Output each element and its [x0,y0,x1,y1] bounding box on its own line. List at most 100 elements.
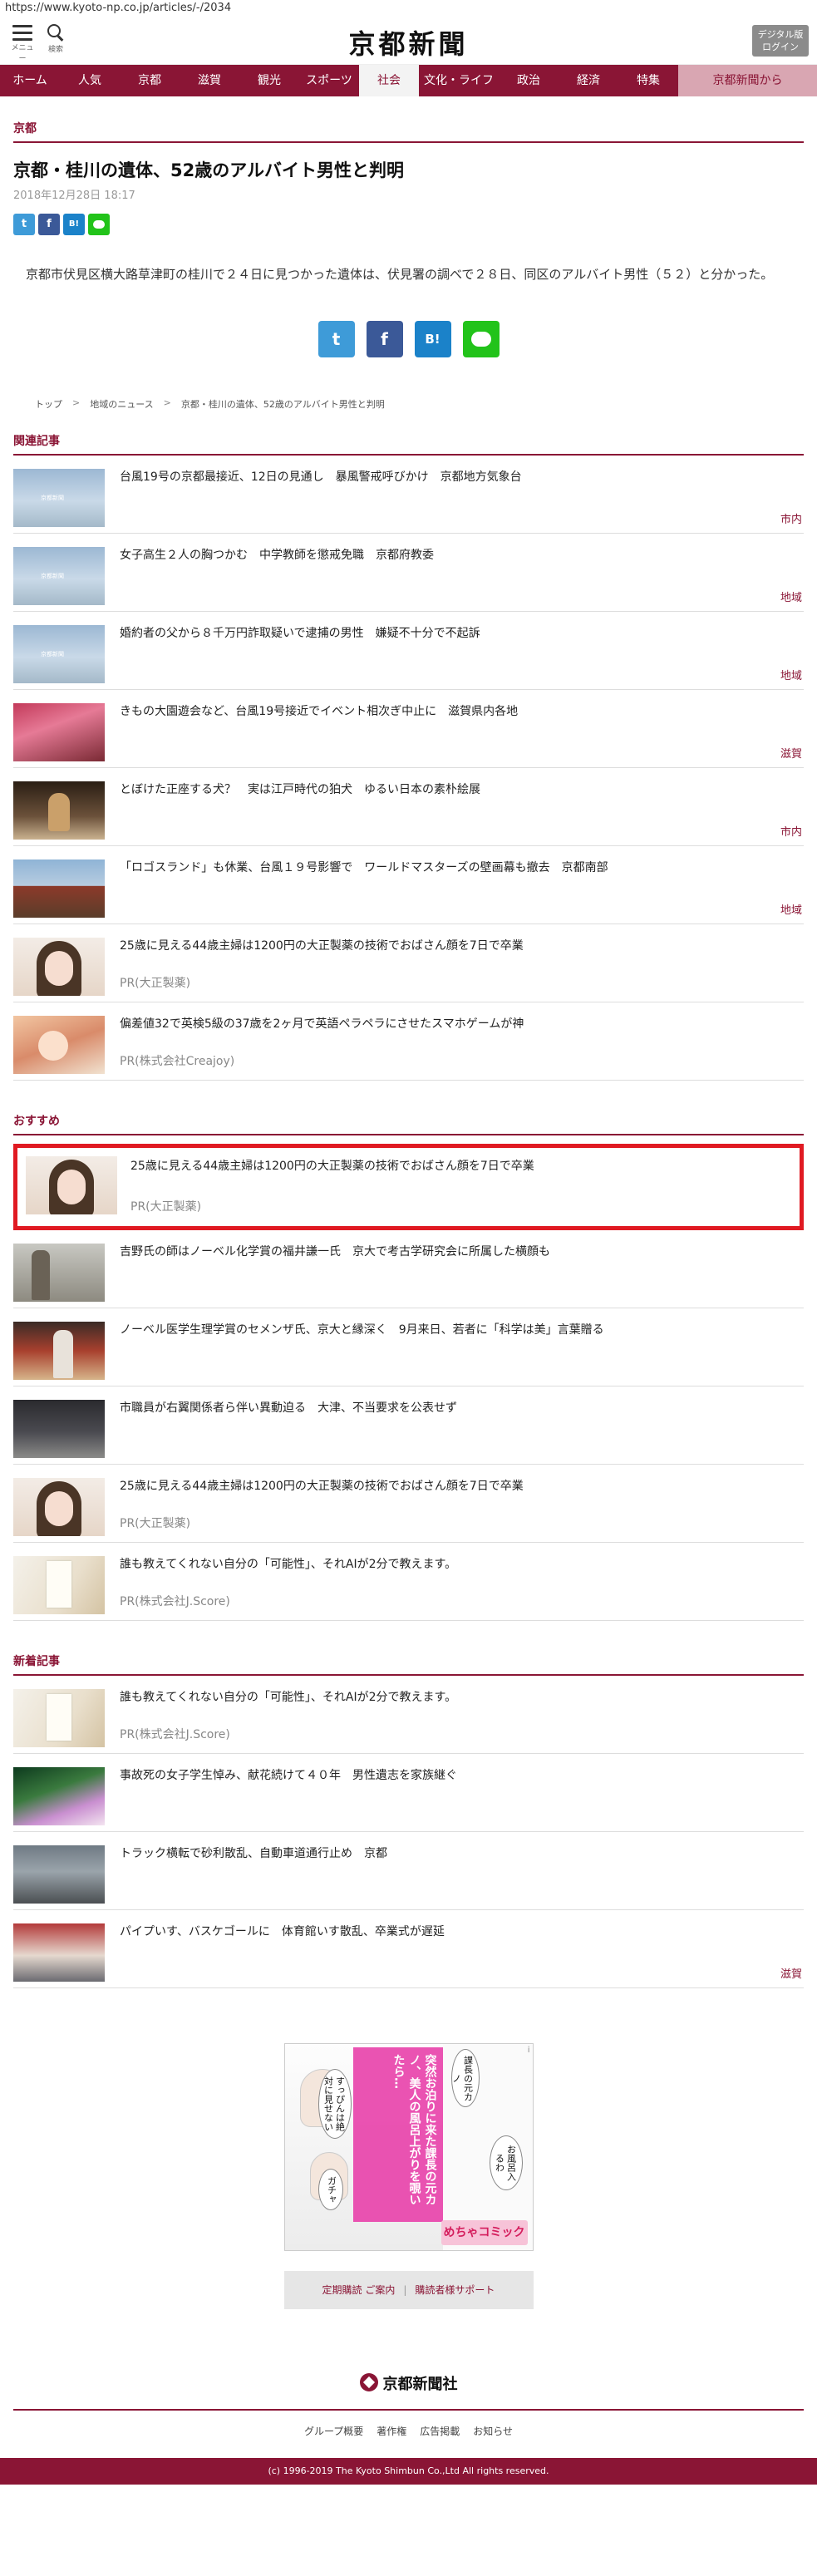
article-title: 京都・桂川の遺体、52歳のアルバイト男性と判明 [13,160,405,180]
nav-features[interactable]: 特集 [618,65,678,96]
list-item[interactable]: 25歳に見える44歳主婦は1200円の大正製薬の技術でおばさん顔を7日で卒業 P… [13,1465,804,1543]
list-item[interactable]: とぼけた正座する犬？ 実は江戸時代の狛犬 ゆるい日本の素朴絵展 市内 [13,768,804,846]
line-icon [470,332,491,347]
footer-link-group[interactable]: グループ概要 [304,2424,363,2438]
list-item[interactable]: 「ロゴスランド」も休業、台風１９号影響で ワールドマスターズの壁画幕も撤去 京都… [13,846,804,924]
thumbnail-placeholder: 京都新聞 [13,469,105,527]
item-title: 誰も教えてくれない自分の「可能性」、それAIが2分で教えます。 [120,1691,457,1704]
nav-shiga[interactable]: 滋賀 [180,65,239,96]
item-title: 女子高生２人の胸つかむ 中学教師を懲戒免職 京都府教委 [120,549,434,562]
login-label: ログイン [762,42,799,52]
breadcrumb-separator: > [163,397,171,408]
subscription-guide-link[interactable]: 定期購読 ご案内 [322,2284,396,2296]
ad-info-icon[interactable]: i [528,2046,530,2055]
list-item[interactable]: 京都新聞 女子高生２人の胸つかむ 中学教師を懲戒免職 京都府教委 地域 [13,534,804,612]
footer-logo[interactable]: 京都新聞社 [0,2372,817,2394]
list-item[interactable]: 誰も教えてくれない自分の「可能性」、それAIが2分で教えます。 PR(株式会社J… [13,1676,804,1754]
nav-politics[interactable]: 政治 [499,65,559,96]
recommended-heading: おすすめ [13,1112,804,1135]
list-item[interactable]: 25歳に見える44歳主婦は1200円の大正製薬の技術でおばさん顔を7日で卒業 P… [13,924,804,1002]
twitter-share-button[interactable]: t [317,321,355,357]
nav-culture[interactable]: 文化・ライフ [419,65,499,96]
item-title: 台風19号の京都最接近、12日の見通し 暴風警戒呼びかけ 京都地方気象台 [120,470,522,484]
thumbnail-building [13,859,105,918]
search-button[interactable]: 検索 [42,23,70,54]
related-articles-list: 京都新聞 台風19号の京都最接近、12日の見通し 暴風警戒呼びかけ 京都地方気象… [13,456,804,1081]
item-title: 婚約者の父から８千万円詐取疑いで逮捕の男性 嫌疑不十分で不起訴 [120,627,480,640]
nav-tourism[interactable]: 観光 [239,65,299,96]
thumbnail-paper [13,1689,105,1747]
hatena-icon: B! [425,332,440,347]
item-category: 滋賀 [780,748,802,761]
list-item[interactable]: トラック横転で砂利散乱、自動車道通行止め 京都 [13,1832,804,1910]
logo-icon: 京都新聞 [41,651,64,658]
recommended-list: 25歳に見える44歳主婦は1200円の大正製薬の技術でおばさん顔を7日で卒業 P… [13,1144,804,1621]
nav-sports[interactable]: スポーツ [299,65,359,96]
list-item[interactable]: 25歳に見える44歳主婦は1200円の大正製薬の技術でおばさん顔を7日で卒業 P… [13,1144,804,1230]
thumbnail-statue [13,781,105,840]
footer-link-copyright[interactable]: 著作権 [377,2424,406,2438]
url-bar[interactable]: https://www.kyoto-np.co.jp/articles/-/20… [0,0,817,18]
list-item[interactable]: 事故死の女子学生悼み、献花続けて４０年 男性遺志を家族継ぐ [13,1754,804,1832]
breadcrumb-separator: > [72,397,81,408]
item-sponsor: PR(株式会社J.Score) [120,1595,230,1608]
footer-link-news[interactable]: お知らせ [473,2424,513,2438]
nav-popular[interactable]: 人気 [60,65,120,96]
digital-login-button[interactable]: デジタル版 ログイン [752,25,809,57]
breadcrumb-item[interactable]: 地域のニュース [90,397,153,411]
digital-label: デジタル版 [757,29,804,40]
latest-heading: 新着記事 [13,1652,804,1676]
facebook-share-button[interactable]: f [366,321,403,357]
item-sponsor: PR(株式会社Creajoy) [120,1055,235,1068]
list-item[interactable]: 市職員が右翼関係者ら伴い異動迫る 大津、不当要求を公表せず [13,1387,804,1465]
thumbnail-festival [13,703,105,761]
list-item[interactable]: ノーベル医学生理学賞のセメンザ氏、京大と縁深く 9月来日、若者に「科学は美」言葉… [13,1308,804,1387]
logo-icon: 京都新聞 [41,495,64,501]
item-title: 25歳に見える44歳主婦は1200円の大正製薬の技術でおばさん顔を7日で卒業 [120,1480,524,1493]
item-category: 地域 [780,592,802,604]
list-item[interactable]: 京都新聞 婚約者の父から８千万円詐取疑いで逮捕の男性 嫌疑不十分で不起訴 地域 [13,612,804,690]
latest-list: 誰も教えてくれない自分の「可能性」、それAIが2分で教えます。 PR(株式会社J… [13,1676,804,1988]
article-category[interactable]: 京都 [13,96,804,143]
list-item[interactable]: きもの大園遊会など、台風19号接近でイベント相次ぎ中止に 滋賀県内各地 滋賀 [13,690,804,768]
menu-button[interactable]: メニュー [8,23,37,63]
hatena-share-button[interactable]: B! [63,214,85,235]
list-item[interactable]: 誰も教えてくれない自分の「可能性」、それAIが2分で教えます。 PR(株式会社J… [13,1543,804,1621]
ad-brand-logo: めちゃコミック [440,2220,528,2245]
twitter-share-button[interactable]: t [13,214,35,235]
list-item[interactable]: 吉野氏の師はノーベル化学賞の福井謙一氏 京大で考古学研究会に所属した横顔も [13,1230,804,1308]
line-share-button[interactable] [88,214,110,235]
hatena-share-button[interactable]: B! [414,321,451,357]
footer-divider [13,2409,804,2411]
share-buttons-top: t f B! [13,214,804,235]
facebook-share-button[interactable]: f [38,214,60,235]
twitter-icon: t [21,218,27,230]
logo-icon: 京都新聞 [41,573,64,579]
item-title: とぼけた正座する犬？ 実は江戸時代の狛犬 ゆるい日本の素朴絵展 [120,783,480,796]
list-item[interactable]: 京都新聞 台風19号の京都最接近、12日の見通し 暴風警戒呼びかけ 京都地方気象… [13,456,804,534]
nav-society[interactable]: 社会 [359,65,419,96]
copyright: (c) 1996-2019 The Kyoto Shimbun Co.,Ltd … [0,2458,817,2485]
breadcrumb-item[interactable]: トップ [35,397,62,411]
list-item[interactable]: パイプいす、バスケゴールに 体育館いす散乱、卒業式が遅延 滋賀 [13,1910,804,1988]
item-sponsor: PR(大正製薬) [120,977,191,990]
related-articles-heading: 関連記事 [13,432,804,456]
subscriber-support-link[interactable]: 購読者様サポート [415,2284,495,2296]
thumbnail-road [13,1845,105,1904]
site-logo[interactable]: 京都新聞 [348,23,468,62]
thumbnail-office [13,1400,105,1458]
nav-economy[interactable]: 経済 [559,65,618,96]
item-title: きもの大園遊会など、台風19号接近でイベント相次ぎ中止に 滋賀県内各地 [120,705,519,718]
manga-ad-banner[interactable]: すっぴんは絶対に見せない ガチャ 突然お泊りに来た課長の元カノ、美人の風呂上がり… [283,2043,534,2251]
kyoto-np-logo-icon [359,2373,378,2391]
nav-home[interactable]: ホーム [0,65,60,96]
thumbnail-paper [13,1556,105,1614]
footer-link-ads[interactable]: 広告掲載 [420,2424,460,2438]
thumbnail-gym [13,1923,105,1982]
line-share-button[interactable] [462,321,500,357]
site-footer: 京都新聞社 グループ概要 著作権 広告掲載 お知らせ (c) 1996-2019… [0,2372,817,2485]
article-date: 2018年12月28日 18:17 [13,190,135,202]
list-item[interactable]: 偏差値32で英検5級の37歳を2ヶ月で英語ペラペラにさせたスマホゲームが神 PR… [13,1002,804,1081]
nav-from-kyoto-np[interactable]: 京都新聞から [678,65,817,96]
nav-kyoto[interactable]: 京都 [120,65,180,96]
